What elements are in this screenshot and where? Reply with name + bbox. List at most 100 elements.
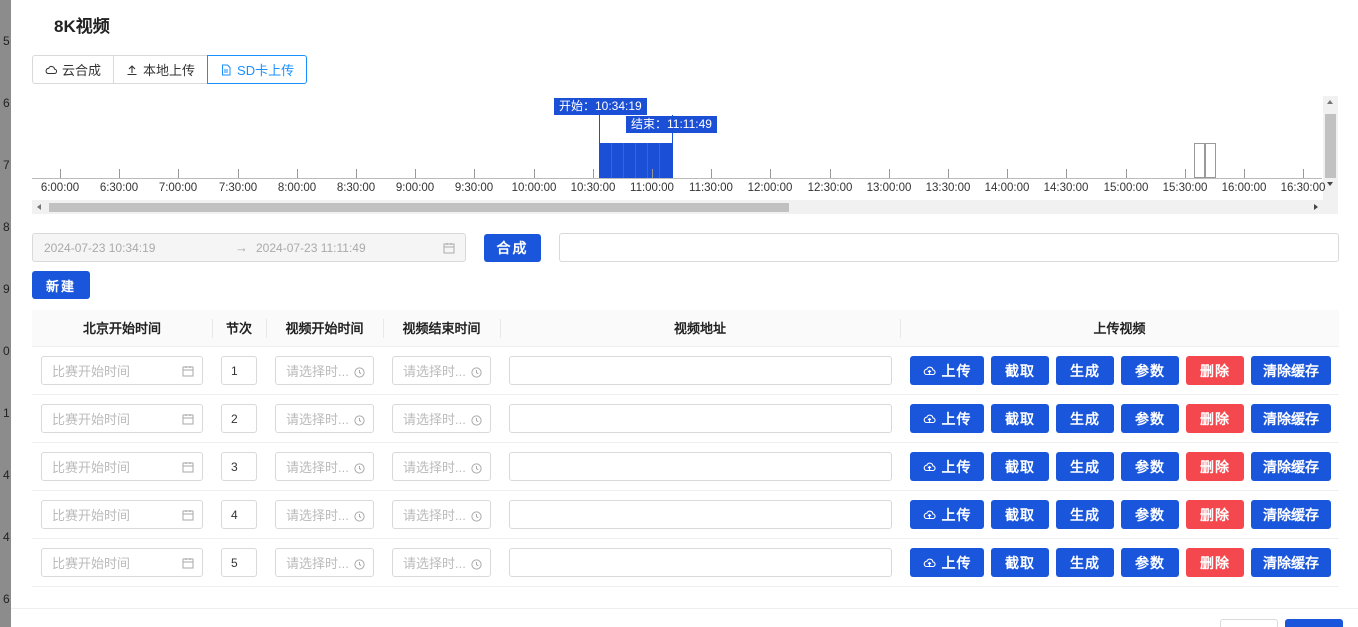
tab-cloud-compose[interactable]: 云合成 [32,55,115,84]
upload-button[interactable]: 上传 [910,548,984,577]
header-beijing-start: 北京开始时间 [82,321,161,336]
section-input[interactable]: 3 [221,452,257,481]
video-start-time-picker[interactable]: 请选择时... [275,548,374,577]
section-input[interactable]: 2 [221,404,257,433]
scroll-up-icon[interactable] [1327,100,1333,104]
scroll-left-icon[interactable] [37,204,41,210]
timeline-tick-label: 13:00:00 [866,182,912,194]
video-url-input[interactable] [509,404,892,433]
delete-button[interactable]: 删除 [1186,404,1244,433]
video-url-input[interactable] [509,548,892,577]
capture-button[interactable]: 截取 [991,356,1049,385]
video-url-input[interactable] [509,356,892,385]
params-button[interactable]: 参数 [1121,356,1179,385]
clear-cache-button[interactable]: 清除缓存 [1251,548,1331,577]
generate-button[interactable]: 生成 [1056,548,1114,577]
background-row-number: 7 [3,158,10,172]
timeline-tick-label: 15:00:00 [1103,182,1149,194]
selected-clip[interactable] [599,143,673,178]
timeline[interactable]: 开始：10:34:19 结束：11:11:49 6:00:00 6:30:00 7:… [32,96,1338,214]
time-placeholder: 请选择时... [403,556,466,571]
table-row: 比赛开始时间 2 请选择时... 请选择时... 上传 截取 生成 参数 删除 清除缓存 [32,395,1339,443]
scroll-right-icon[interactable] [1314,204,1318,210]
time-placeholder: 请选择时... [403,412,466,427]
clear-cache-button[interactable]: 清除缓存 [1251,356,1331,385]
background-row-number: 1 [3,406,10,420]
beijing-start-date-picker[interactable]: 比赛开始时间 [41,404,203,433]
timeline-tick [1244,169,1245,178]
scrollbar-thumb[interactable] [49,203,789,212]
generate-button[interactable]: 生成 [1056,356,1114,385]
video-end-time-picker[interactable]: 请选择时... [392,500,491,529]
delete-button[interactable]: 删除 [1186,500,1244,529]
generate-button[interactable]: 生成 [1056,500,1114,529]
beijing-start-date-picker[interactable]: 比赛开始时间 [41,548,203,577]
video-start-time-picker[interactable]: 请选择时... [275,404,374,433]
beijing-start-date-picker[interactable]: 比赛开始时间 [41,500,203,529]
timeline-tick-label: 11:00:00 [630,182,674,194]
tab-sd-card-upload[interactable]: SD卡上传 [207,55,308,84]
timeline-tick [119,169,120,178]
timeline-tick-label: 15:30:00 [1162,182,1208,194]
timeline-tick [711,169,712,178]
clock-icon [471,462,482,477]
delete-button[interactable]: 删除 [1186,452,1244,481]
upload-button[interactable]: 上传 [910,500,984,529]
timeline-horizontal-scrollbar[interactable] [32,200,1338,214]
cloud-upload-icon [923,413,942,425]
clear-cache-button[interactable]: 清除缓存 [1251,452,1331,481]
delete-button[interactable]: 删除 [1186,356,1244,385]
scrollbar-thumb[interactable] [1325,114,1336,178]
beijing-start-date-picker[interactable]: 比赛开始时间 [41,452,203,481]
cancel-button[interactable] [1220,619,1278,627]
params-button[interactable]: 参数 [1121,404,1179,433]
new-button[interactable]: 新建 [32,271,90,299]
timeline-tick [356,169,357,178]
confirm-button[interactable] [1285,619,1343,627]
compose-button[interactable]: 合成 [484,234,541,262]
capture-button[interactable]: 截取 [991,500,1049,529]
video-end-time-picker[interactable]: 请选择时... [392,356,491,385]
params-button[interactable]: 参数 [1121,548,1179,577]
section-input[interactable]: 4 [221,500,257,529]
calendar-icon [182,557,194,572]
clear-cache-button[interactable]: 清除缓存 [1251,500,1331,529]
tab-sd-card-upload-label: SD卡上传 [237,63,295,78]
clear-cache-button[interactable]: 清除缓存 [1251,404,1331,433]
section-value: 2 [231,411,238,426]
video-url-input[interactable] [509,500,892,529]
video-start-time-picker[interactable]: 请选择时... [275,452,374,481]
section-value: 5 [231,555,238,570]
compose-url-input[interactable] [559,233,1339,262]
video-end-time-picker[interactable]: 请选择时... [392,452,491,481]
capture-button[interactable]: 截取 [991,452,1049,481]
params-button[interactable]: 参数 [1121,452,1179,481]
video-end-time-picker[interactable]: 请选择时... [392,404,491,433]
video-end-time-picker[interactable]: 请选择时... [392,548,491,577]
video-start-time-picker[interactable]: 请选择时... [275,356,374,385]
capture-button[interactable]: 截取 [991,548,1049,577]
background-row-number: 5 [3,34,10,48]
date-range-picker[interactable]: 2024-07-23 10:34:19 → 2024-07-23 11:11:4… [32,233,466,262]
tab-local-upload[interactable]: 本地上传 [113,55,209,84]
start-flag: 开始：10:34:19 [554,98,647,115]
video-start-time-picker[interactable]: 请选择时... [275,500,374,529]
upload-button[interactable]: 上传 [910,404,984,433]
upload-button[interactable]: 上传 [910,452,984,481]
upload-button[interactable]: 上传 [910,356,984,385]
generate-button[interactable]: 生成 [1056,404,1114,433]
timeline-tick [297,169,298,178]
params-button[interactable]: 参数 [1121,500,1179,529]
beijing-start-date-picker[interactable]: 比赛开始时间 [41,356,203,385]
video-clip[interactable] [1194,143,1205,178]
video-url-input[interactable] [509,452,892,481]
video-clip[interactable] [1205,143,1216,178]
date-placeholder: 比赛开始时间 [52,556,131,571]
section-input[interactable]: 1 [221,356,257,385]
generate-button[interactable]: 生成 [1056,452,1114,481]
timeline-tick [60,169,61,178]
section-input[interactable]: 5 [221,548,257,577]
capture-button[interactable]: 截取 [991,404,1049,433]
cloud-upload-icon [923,509,942,521]
delete-button[interactable]: 删除 [1186,548,1244,577]
